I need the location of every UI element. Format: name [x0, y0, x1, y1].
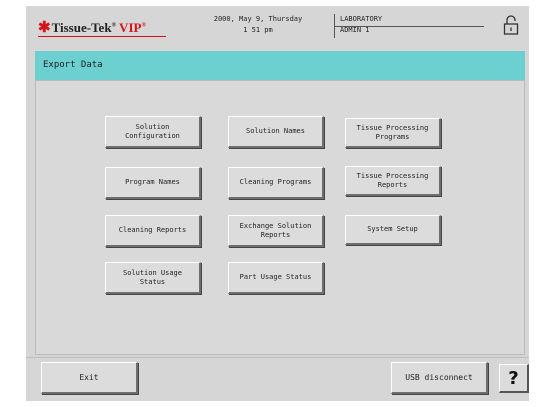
solution-usage-status-button[interactable]: Solution Usage Status — [105, 262, 201, 294]
tissue-processing-programs-button[interactable]: Tissue Processing Programs — [345, 118, 441, 148]
usb-disconnect-button[interactable]: USB disconnect — [391, 362, 488, 394]
cleaning-programs-button[interactable]: Cleaning Programs — [228, 167, 324, 199]
cleaning-reports-button[interactable]: Cleaning Reports — [105, 215, 201, 247]
site-info: LABORATORY ADMIN 1 — [334, 14, 382, 36]
logo-text: Tissue-Tek — [51, 20, 112, 35]
solution-configuration-button[interactable]: Solution Configuration — [105, 116, 201, 148]
logo-product: VIP — [116, 20, 142, 35]
title-bar: Export Data — [35, 51, 525, 80]
exchange-solution-reports-button[interactable]: Exchange Solution Reports — [228, 215, 324, 247]
tissue-processing-reports-button[interactable]: Tissue Processing Reports — [345, 166, 441, 196]
logo-underline — [38, 36, 166, 37]
date-time: 2000, May 9, Thursday 1 51 pm — [197, 14, 319, 36]
app-logo: ✱Tissue-Tek® VIP® — [38, 18, 146, 37]
footer-divider — [26, 357, 529, 358]
user-name: ADMIN 1 — [340, 26, 370, 34]
star-icon: ✱ — [38, 20, 51, 36]
time-text: 1 51 pm — [243, 26, 273, 34]
logo-product-mark: ® — [141, 22, 146, 29]
solution-names-button[interactable]: Solution Names — [228, 116, 324, 148]
help-button[interactable]: ? — [499, 364, 529, 393]
system-setup-button[interactable]: System Setup — [345, 215, 441, 245]
page-title: Export Data — [43, 60, 103, 70]
exit-button[interactable]: Exit — [41, 362, 138, 394]
date-text: 2000, May 9, Thursday — [213, 15, 303, 23]
site-name: LABORATORY — [340, 15, 383, 23]
part-usage-status-button[interactable]: Part Usage Status — [228, 262, 324, 294]
program-names-button[interactable]: Program Names — [105, 167, 201, 199]
lock-icon[interactable] — [503, 15, 519, 35]
